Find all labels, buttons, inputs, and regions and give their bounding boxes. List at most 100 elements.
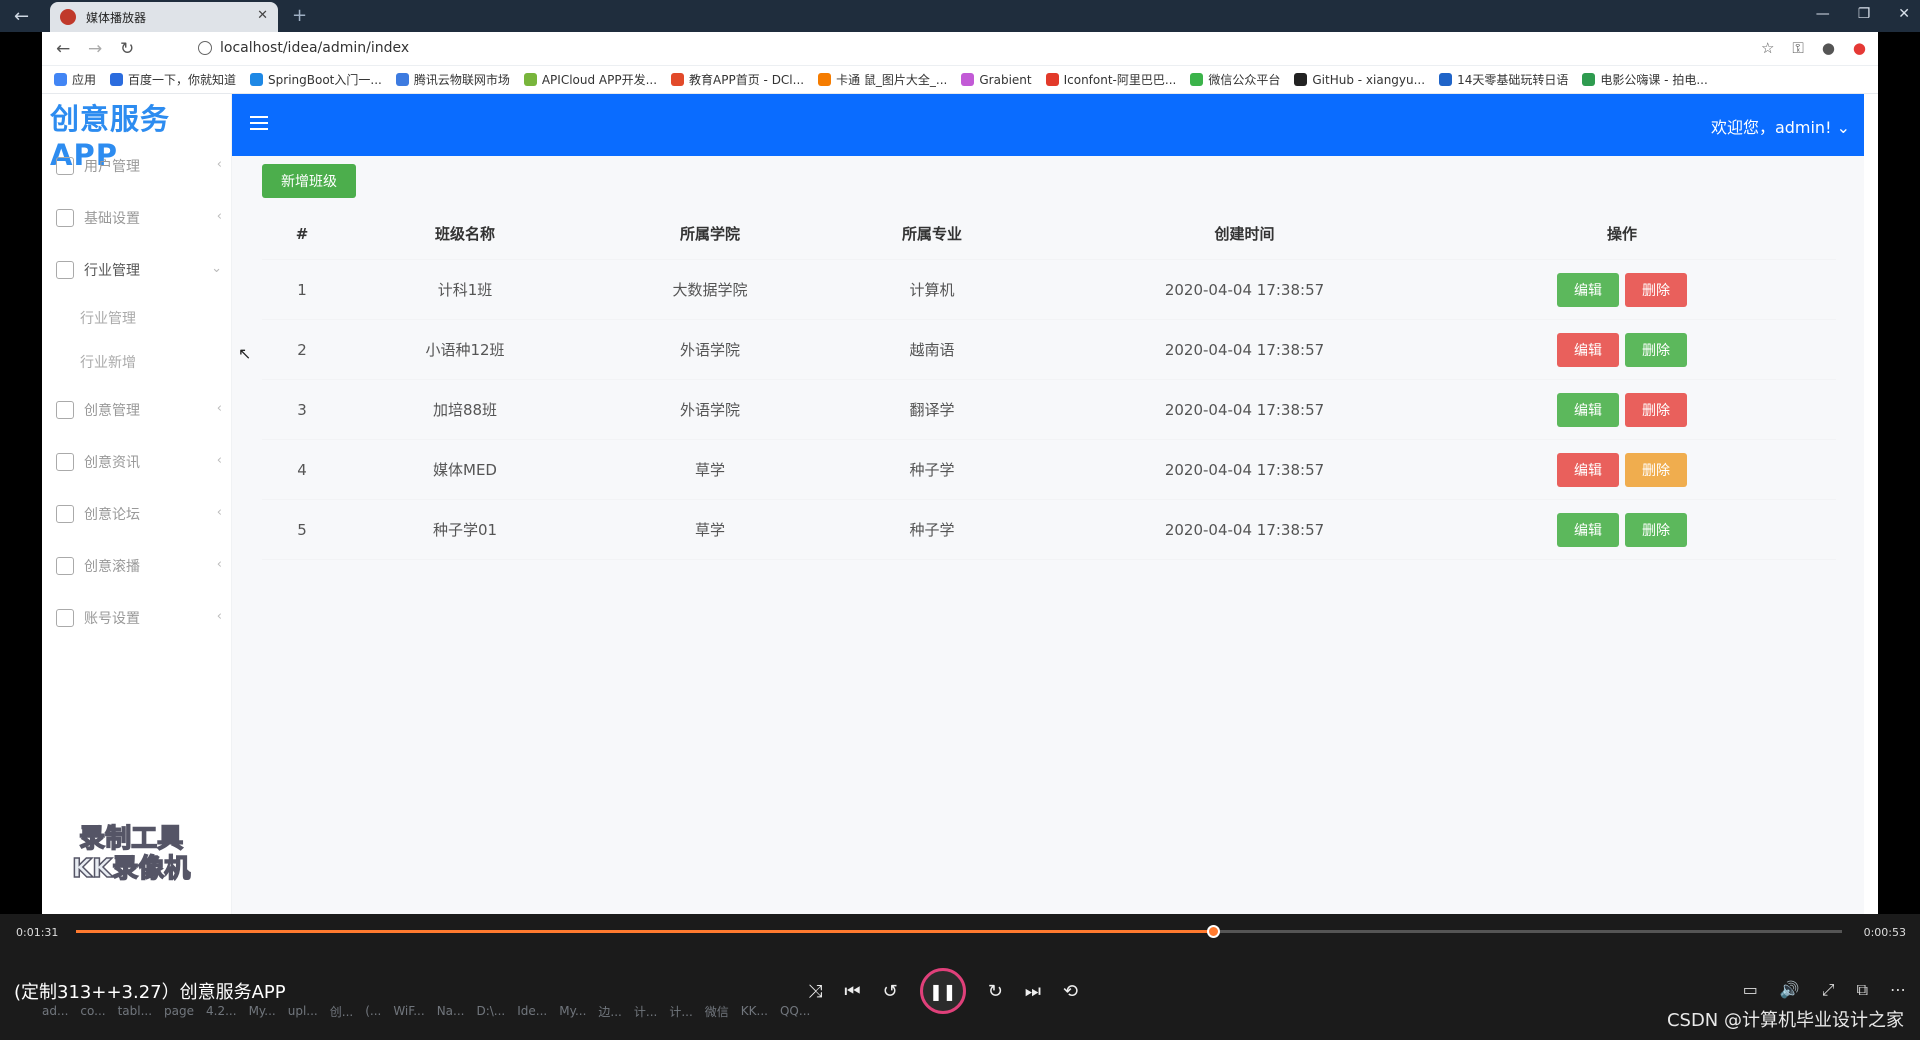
address-bar[interactable]: localhost/idea/admin/index <box>220 40 409 56</box>
taskbar-item[interactable]: page <box>164 1004 194 1018</box>
restore-icon[interactable]: ❐ <box>1858 6 1871 22</box>
key-icon[interactable]: ⚿ <box>1792 39 1803 57</box>
bookmark-item[interactable]: 电影公嗨课 - 拍电... <box>1582 71 1708 88</box>
bookmark-item[interactable]: 教育APP首页 - DCl... <box>671 71 804 88</box>
taskbar-item[interactable]: 边... <box>598 1003 621 1020</box>
sidebar-item[interactable]: 用户管理 ‹ <box>42 140 232 192</box>
top-header: 欢迎您，admin! ⌄ <box>232 94 1864 156</box>
taskbar-item[interactable]: Ide... <box>517 1004 547 1018</box>
bookmark-item[interactable]: 百度一下，你就知道 <box>110 71 236 88</box>
bookmark-item[interactable]: 14天零基础玩转日语 <box>1439 71 1568 88</box>
cell-college: 草学 <box>694 521 725 539</box>
sidebar-item-label: 基础设置 <box>84 211 140 227</box>
edit-button[interactable]: 编辑 <box>1557 392 1619 427</box>
bookmark-label: Iconfont-阿里巴巴... <box>1063 73 1177 87</box>
sidebar-item[interactable]: 账号设置 ‹ <box>42 592 232 644</box>
taskbar-item[interactable]: (... <box>365 1004 381 1018</box>
sidebar-item[interactable]: 创意资讯 ‹ <box>42 436 232 488</box>
miniplayer-icon[interactable]: ⧉ <box>1857 980 1868 1000</box>
chevron-down-icon: ⌄ <box>211 261 222 276</box>
taskbar-item[interactable]: 计... <box>634 1003 657 1020</box>
sidebar-item[interactable]: 创意滚播 ‹ <box>42 540 232 592</box>
sidebar-subitem[interactable]: 行业新增 <box>42 340 232 384</box>
menu-item-icon <box>56 157 74 175</box>
taskbar-item[interactable]: tabl... <box>118 1004 152 1018</box>
cell-actions: 编辑 删除 <box>1457 320 1787 379</box>
bookmark-item[interactable]: 应用 <box>54 71 96 88</box>
cell-actions: 编辑 删除 <box>1457 260 1787 319</box>
bookmark-label: 教育APP首页 - DCl... <box>689 73 805 87</box>
bookmark-item[interactable]: 腾讯云物联网市场 <box>395 71 510 88</box>
taskbar-item[interactable]: Na... <box>437 1004 465 1018</box>
more-icon[interactable]: ⋯ <box>1890 980 1906 1000</box>
taskbar-item[interactable]: 计... <box>669 1003 692 1020</box>
taskbar-item[interactable]: KK... <box>741 1004 768 1018</box>
sidebar-item[interactable]: 创意论坛 ‹ <box>42 488 232 540</box>
taskbar-item[interactable]: upl... <box>288 1004 318 1018</box>
bookmark-item[interactable]: Iconfont-阿里巴巴... <box>1045 71 1177 88</box>
taskbar-item[interactable]: My... <box>249 1004 276 1018</box>
taskbar-item[interactable]: 4.2... <box>206 1004 237 1018</box>
browser-forward-icon[interactable]: → <box>88 39 102 59</box>
chevron-left-icon: ‹ <box>216 401 222 416</box>
delete-button[interactable]: 删除 <box>1625 452 1687 487</box>
profile-icon[interactable]: ● <box>1822 39 1835 57</box>
taskbar-item[interactable]: co... <box>80 1004 105 1018</box>
extension-icon[interactable]: ● <box>1853 39 1866 57</box>
volume-icon[interactable]: 🔊 <box>1780 980 1800 1000</box>
bookmark-item[interactable]: Grabient <box>961 73 1032 87</box>
sidebar-subitem[interactable]: 行业管理 <box>42 296 232 340</box>
sidebar-item[interactable]: 基础设置 ‹ <box>42 192 232 244</box>
bookmark-star-icon[interactable]: ☆ <box>1761 39 1774 57</box>
bookmark-item[interactable]: GitHub - xiangyu... <box>1294 73 1425 87</box>
sidebar-item-label: 用户管理 <box>84 159 140 175</box>
new-tab-icon[interactable]: + <box>292 5 307 26</box>
site-info-icon[interactable] <box>198 41 212 55</box>
bookmark-favicon-icon <box>110 73 124 86</box>
bookmark-item[interactable]: 卡通 鼠_图片大全_... <box>818 71 947 88</box>
taskbar-item[interactable]: D:\... <box>476 1004 505 1018</box>
bookmark-label: 百度一下，你就知道 <box>128 73 237 87</box>
browser-back-icon[interactable]: ← <box>56 39 70 59</box>
menu-toggle-icon[interactable] <box>250 116 268 134</box>
sidebar-item[interactable]: 创意管理 ‹ <box>42 384 232 436</box>
delete-button[interactable]: 删除 <box>1625 512 1687 547</box>
bookmark-label: 应用 <box>72 73 97 87</box>
fullscreen-icon[interactable]: ⤢ <box>1822 980 1835 1000</box>
edit-button[interactable]: 编辑 <box>1557 512 1619 547</box>
delete-button[interactable]: 删除 <box>1625 272 1687 307</box>
taskbar-item[interactable]: ad... <box>42 1004 68 1018</box>
add-class-button[interactable]: 新增班级 <box>262 164 356 198</box>
delete-button[interactable]: 删除 <box>1625 392 1687 427</box>
bookmark-label: APICloud APP开发... <box>541 73 658 87</box>
bookmark-item[interactable]: SpringBoot入门一... <box>250 71 382 88</box>
cell-college: 外语学院 <box>679 341 740 359</box>
back-arrow-icon[interactable]: ← <box>14 6 29 27</box>
close-window-icon[interactable]: ✕ <box>1898 6 1910 22</box>
bookmark-item[interactable]: APICloud APP开发... <box>523 71 658 88</box>
bookmark-item[interactable]: 微信公众平台 <box>1190 71 1280 88</box>
user-dropdown[interactable]: 欢迎您，admin! ⌄ <box>1711 114 1850 138</box>
taskbar-item[interactable]: My... <box>559 1004 586 1018</box>
sidebar-item-label: 创意管理 <box>84 403 140 419</box>
player-tab[interactable]: 媒体播放器 ✕ <box>50 2 278 32</box>
bookmark-favicon-icon <box>1045 73 1059 86</box>
column-header: 所属学院 <box>679 225 740 243</box>
delete-button[interactable]: 删除 <box>1625 332 1687 367</box>
edit-button[interactable]: 编辑 <box>1557 332 1619 367</box>
taskbar-item[interactable]: 微信 <box>705 1003 729 1020</box>
edit-button[interactable]: 编辑 <box>1557 452 1619 487</box>
sidebar-item[interactable]: 行业管理 ⌄ <box>42 244 232 296</box>
taskbar-item[interactable]: QQ... <box>780 1004 810 1018</box>
minimize-icon[interactable]: — <box>1816 6 1830 22</box>
column-header: 操作 <box>1606 225 1637 243</box>
taskbar-item[interactable]: 创... <box>330 1003 353 1020</box>
seek-handle[interactable] <box>1207 925 1221 938</box>
seek-bar[interactable] <box>76 925 1842 938</box>
edit-button[interactable]: 编辑 <box>1557 272 1619 307</box>
subtitle-icon[interactable]: ▭ <box>1743 980 1758 1000</box>
menu-item-icon <box>56 261 74 279</box>
reload-icon[interactable]: ↻ <box>120 39 134 59</box>
close-tab-icon[interactable]: ✕ <box>257 8 268 23</box>
taskbar-item[interactable]: WiF... <box>393 1004 424 1018</box>
